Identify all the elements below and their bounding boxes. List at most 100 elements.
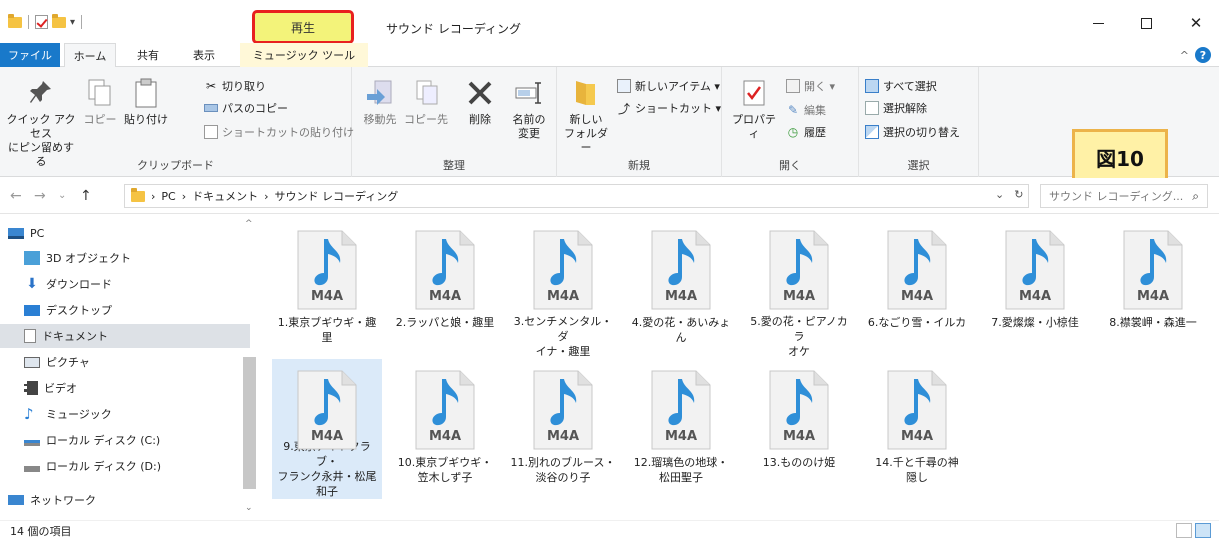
paste-shortcut-label: ショートカットの貼り付け — [222, 126, 354, 139]
file-type-label: M4A — [546, 289, 580, 304]
scissors-icon: ✂ — [205, 79, 217, 93]
history-button[interactable]: ◷ 履歴 — [786, 123, 826, 141]
file-item[interactable]: M4A 7.愛燦燦・小椋佳 — [980, 219, 1090, 359]
scroll-up-icon[interactable]: ^ — [245, 219, 253, 229]
tab-view[interactable]: 表示 — [182, 43, 226, 67]
playback-contextual-tab[interactable]: 再生 — [252, 10, 354, 44]
m4a-file-icon: M4A — [1120, 229, 1186, 311]
file-type-label: M4A — [310, 429, 344, 444]
move-to-button[interactable]: 移動先 — [358, 77, 402, 127]
tab-music-tools[interactable]: ミュージック ツール — [240, 43, 368, 67]
address-box[interactable]: › PC › ドキュメント › サウンド レコーディング — [124, 184, 1029, 208]
path-separator: › — [264, 189, 269, 203]
file-item[interactable]: M4A 14.千と千尋の神 隠し — [862, 359, 972, 499]
file-item[interactable]: M4A 2.ラッパと娘・趣里 — [390, 219, 500, 359]
file-item[interactable]: M4A 1.東京ブギウギ・趣 里 — [272, 219, 382, 359]
maximize-button[interactable] — [1136, 14, 1156, 32]
back-arrow-icon[interactable]: ← — [10, 188, 22, 204]
nav-item-downloads[interactable]: ⬇ ダウンロード — [0, 272, 250, 296]
new-item-button[interactable]: 新しいアイテム ▾ — [617, 77, 720, 95]
file-item[interactable]: M4A 8.襟裳岬・森進一 — [1098, 219, 1208, 359]
properties-quick-icon[interactable] — [35, 15, 48, 29]
new-folder-quick-icon[interactable] — [52, 13, 66, 28]
cut-button[interactable]: ✂ 切り取り — [204, 77, 266, 95]
m4a-file-icon: M4A — [294, 369, 360, 450]
file-item[interactable]: M4A 6.なごり雪・イルカ — [862, 219, 972, 359]
paste-shortcut-button[interactable]: ショートカットの貼り付け — [204, 123, 354, 141]
close-button[interactable]: ✕ — [1186, 14, 1206, 32]
move-to-icon — [364, 77, 396, 109]
recent-locations-icon[interactable]: ⌄ — [58, 190, 66, 201]
nav-item-music[interactable]: ♪ ミュージック — [0, 402, 250, 426]
select-all-button[interactable]: すべて選択 — [865, 77, 937, 95]
tab-file[interactable]: ファイル — [0, 43, 60, 67]
3d-objects-icon — [24, 251, 40, 265]
nav-item-disk-c[interactable]: ローカル ディスク (C:) — [0, 428, 250, 452]
tab-home[interactable]: ホーム — [64, 43, 116, 68]
file-item[interactable]: M4A 11.別れのブルース・ 淡谷のり子 — [508, 359, 618, 499]
address-dropdown-icon[interactable]: ⌄ — [995, 188, 1004, 201]
select-all-icon — [865, 79, 879, 93]
delete-x-icon — [464, 77, 496, 109]
file-name: 3.センチメンタル・ダ イナ・趣里 — [513, 315, 613, 358]
nav-item-network[interactable]: ネットワーク — [0, 488, 250, 512]
folder-icon[interactable] — [8, 13, 22, 28]
file-item[interactable]: M4A 5.愛の花・ピアノカラ オケ — [744, 219, 854, 359]
shortcut-button[interactable]: ⤴ ショートカット ▾ — [617, 99, 721, 117]
invert-selection-button[interactable]: 選択の切り替え — [865, 123, 960, 141]
large-icons-view-icon[interactable] — [1195, 523, 1211, 538]
rename-button[interactable]: 名前の 変更 — [506, 77, 552, 141]
tab-share[interactable]: 共有 — [126, 43, 170, 67]
up-arrow-icon[interactable]: ↑ — [80, 188, 92, 204]
m4a-file-icon: M4A — [1002, 229, 1068, 311]
history-label: 履歴 — [804, 126, 826, 139]
nav-item-label: ローカル ディスク (C:) — [46, 434, 161, 447]
breadcrumb-sound-recording[interactable]: サウンド レコーディング — [275, 188, 399, 204]
search-icon[interactable]: ⌕ — [1192, 189, 1199, 204]
nav-item-pictures[interactable]: ピクチャ — [0, 350, 250, 374]
copy-path-button[interactable]: パスのコピー — [204, 99, 288, 117]
qat-dropdown-icon[interactable]: ▾ — [70, 17, 75, 28]
new-folder-button[interactable]: 新しい フォルダー — [561, 77, 611, 155]
file-item[interactable]: M4A9.東京ナイトクラブ・ フランク永井・松尾 和子 — [272, 359, 382, 499]
copy-to-button[interactable]: コピー先 — [404, 77, 448, 127]
file-item[interactable]: M4A 3.センチメンタル・ダ イナ・趣里 — [508, 219, 618, 359]
breadcrumb-pc[interactable]: PC — [161, 190, 175, 203]
close-icon: ✕ — [1189, 14, 1203, 32]
scroll-down-icon[interactable]: ⌄ — [245, 503, 253, 513]
nav-item-disk-d[interactable]: ローカル ディスク (D:) — [0, 454, 250, 478]
delete-button[interactable]: 削除 — [460, 77, 500, 127]
file-item[interactable]: M4A 12.瑠璃色の地球・ 松田聖子 — [626, 359, 736, 499]
open-button[interactable]: 開く ▾ — [786, 77, 835, 95]
nav-item-documents[interactable]: ドキュメント — [0, 324, 250, 348]
forward-arrow-icon[interactable]: → — [34, 188, 46, 204]
collapse-ribbon-icon[interactable]: ^ — [1180, 49, 1189, 62]
path-separator: › — [151, 189, 156, 203]
file-name: 13.もののけ姫 — [762, 456, 836, 469]
nav-item-pc[interactable]: PC — [0, 221, 250, 245]
refresh-icon[interactable]: ↻ — [1014, 188, 1023, 201]
file-item[interactable]: M4A 13.もののけ姫 — [744, 359, 854, 499]
copy-icon — [84, 77, 116, 109]
nav-item-3d-objects[interactable]: 3D オブジェクト — [0, 246, 250, 270]
details-view-icon[interactable] — [1176, 523, 1192, 538]
pin-quick-access-button[interactable]: クイック アクセス にピン留めする — [6, 77, 76, 169]
properties-button[interactable]: プロパティ — [728, 77, 780, 141]
nav-scrollbar[interactable]: ^ ⌄ — [241, 215, 258, 520]
edit-button[interactable]: ✎ 編集 — [786, 101, 826, 119]
m4a-file-icon: M4A — [412, 369, 478, 451]
file-item[interactable]: M4A 4.愛の花・あいみょ ん — [626, 219, 736, 359]
select-none-button[interactable]: 選択解除 — [865, 99, 927, 117]
nav-scrollbar-thumb[interactable] — [243, 357, 256, 489]
nav-item-label: ピクチャ — [46, 356, 90, 369]
select-all-label: すべて選択 — [883, 80, 937, 93]
paste-button[interactable]: 貼り付け — [122, 77, 170, 127]
nav-item-desktop[interactable]: デスクトップ — [0, 298, 250, 322]
minimize-button[interactable] — [1088, 14, 1108, 32]
copy-button[interactable]: コピー — [80, 77, 120, 127]
breadcrumb-documents[interactable]: ドキュメント — [192, 188, 258, 204]
help-icon[interactable]: ? — [1195, 47, 1211, 63]
file-item[interactable]: M4A 10.東京ブギウギ・ 笠木しず子 — [390, 359, 500, 499]
nav-item-videos[interactable]: ビデオ — [0, 376, 250, 400]
search-input[interactable]: サウンド レコーディング... ⌕ — [1040, 184, 1208, 208]
